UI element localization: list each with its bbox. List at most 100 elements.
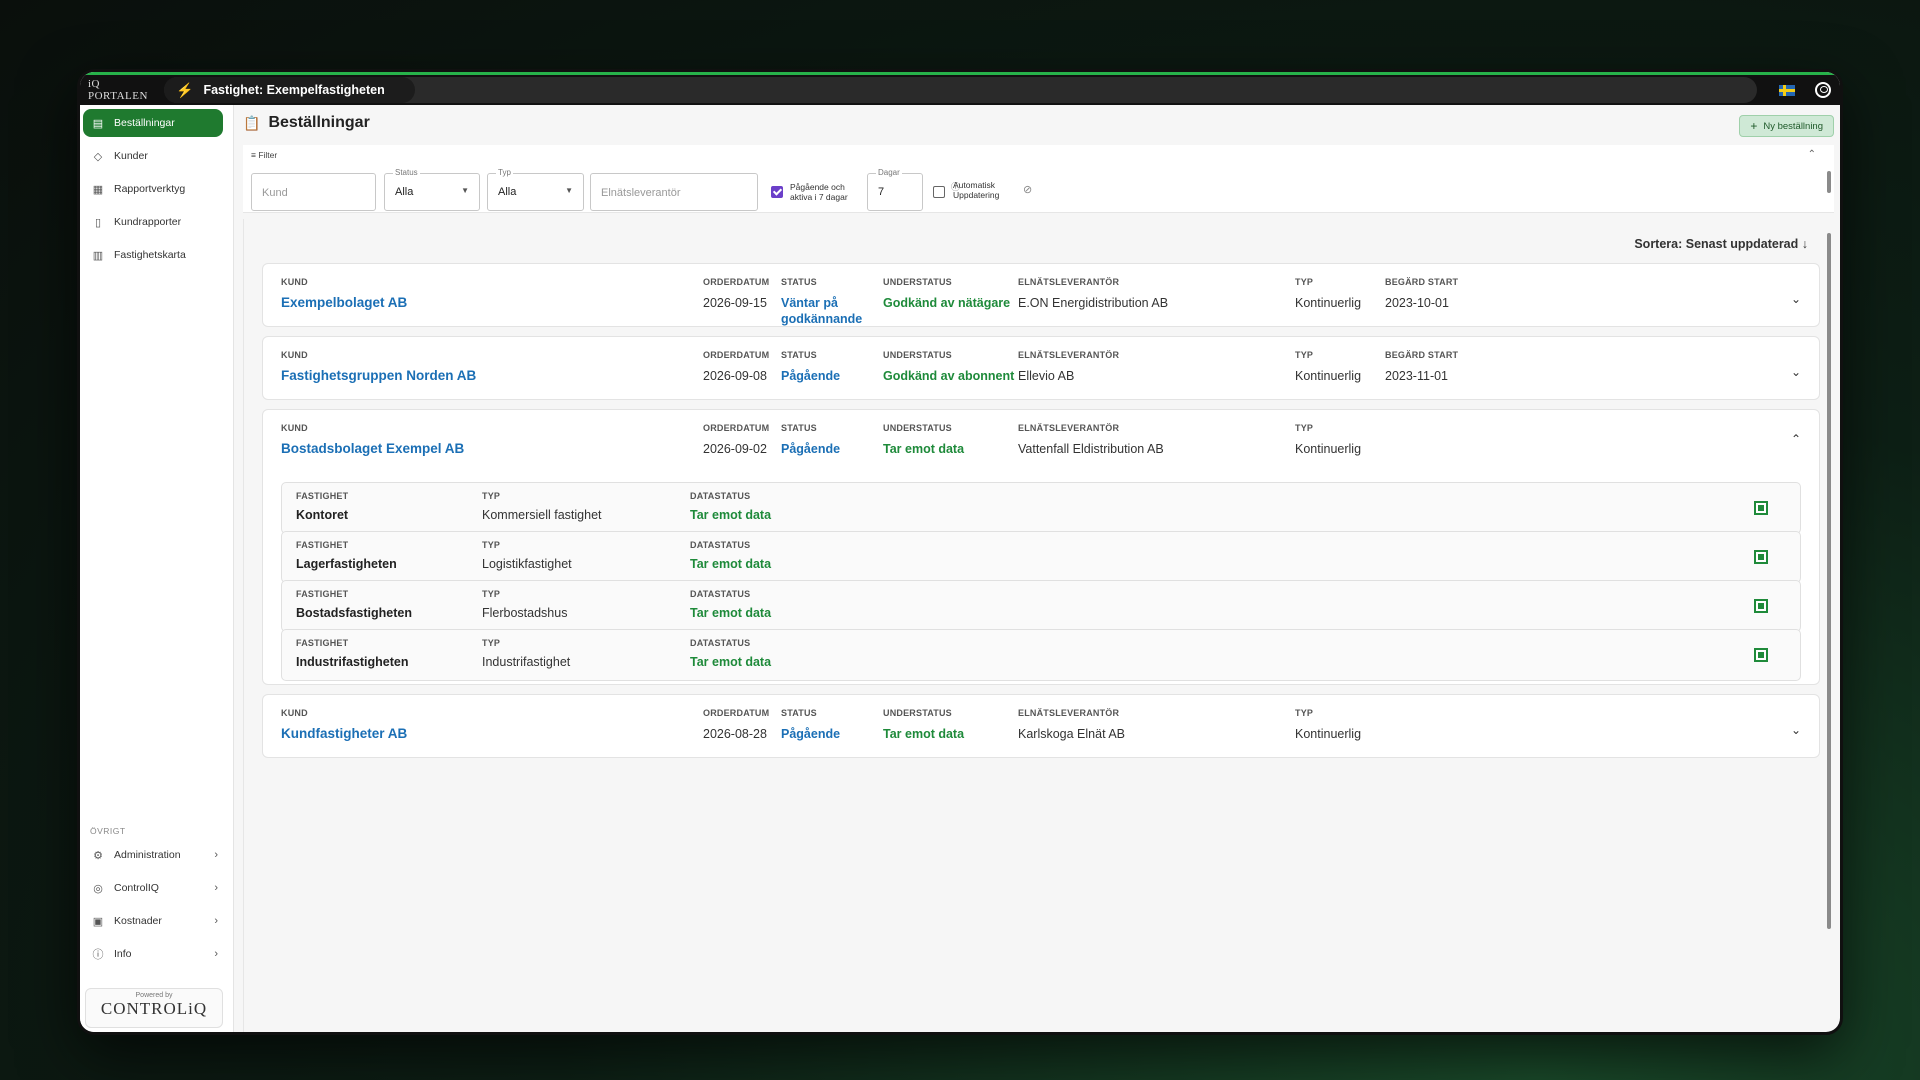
column-header: TYP [482,589,501,599]
chevron-right-icon: › [214,849,218,861]
auto-update-checkbox[interactable] [933,186,945,198]
property-datastatus-column: DATASTATUS Tar emot data [690,638,771,670]
column-header: FASTIGHET [296,540,349,550]
document-icon: ▯ [94,216,102,229]
order-orderdatum: 2026-09-08 [703,369,767,383]
chevron-right-icon: › [214,882,218,894]
order-card[interactable]: KUND Fastighetsgruppen Norden AB ORDERDATU… [262,336,1820,400]
order-typ-column: TYP Kontinuerlig [1295,423,1361,457]
sidebar-item-2[interactable]: ◇ Kunder [83,142,223,170]
brand-logo: CONTROLiQ [100,999,208,1018]
handshake-icon: ◇ [93,150,103,163]
auto-update-label: Automatisk Uppdatering [953,180,1000,200]
property-fastighet-column: FASTIGHET Industrifastigheten [296,638,409,670]
column-header: TYP [482,638,501,648]
customer-input[interactable]: Kund [251,173,376,211]
chevron-down-icon[interactable]: ⌄ [1791,365,1801,379]
order-kund-column: KUND Exempelbolaget AB [281,277,407,311]
property-datastatus-column: DATASTATUS Tar emot data [690,540,771,572]
order-understatus: Godkänd av nätägare [883,296,1011,310]
ongoing-checkbox[interactable] [771,186,783,198]
data-status-icon[interactable] [1754,550,1768,564]
sidebar-bottom-item-4[interactable]: ⓘ Info › [83,940,224,968]
status-select[interactable]: Status Alla ▼ [384,168,480,211]
list-scroll-thumb[interactable] [1827,233,1831,929]
property-row[interactable]: FASTIGHET Kontoret TYP Kommersiell fastighe… [281,482,1801,534]
account-icon[interactable] [1815,82,1831,98]
column-header: STATUS [781,277,817,287]
order-elnat-column: ELNÄTSLEVERANTÖR Ellevio AB [1018,350,1119,384]
sidebar-bottom-item-1[interactable]: ⚙ Administration › [83,841,224,869]
data-status-icon[interactable] [1754,501,1768,515]
order-kund[interactable]: Kundfastigheter AB [281,726,407,742]
sidebar-bottom-item-3[interactable]: ▣ Kostnader › [83,907,224,935]
column-header: FASTIGHET [296,638,349,648]
column-header: TYP [1295,350,1314,360]
property-datastatus: Tar emot data [690,655,772,669]
order-status: Pågående [781,727,841,741]
column-header: ORDERDATUM [703,277,770,287]
collapse-filter-icon[interactable]: ⌃ [1808,149,1816,160]
property-selector[interactable]: ⚡ Fastighet: Exempelfastigheten [164,77,415,103]
new-order-button[interactable]: + Ny beställning [1739,115,1834,137]
column-header: STATUS [781,708,817,718]
column-header: KUND [281,277,308,287]
chevron-down-icon[interactable]: ⌄ [1791,723,1801,737]
sidebar-bottom-item-2[interactable]: ◎ ControlIQ › [83,874,224,902]
column-header: ELNÄTSLEVERANTÖR [1018,350,1120,360]
column-header: ORDERDATUM [703,350,770,360]
column-header: ELNÄTSLEVERANTÖR [1018,277,1120,287]
order-card[interactable]: KUND Exempelbolaget AB ORDERDATUM 2026-09-1… [262,263,1820,327]
filter-scroll-thumb[interactable] [1827,171,1831,193]
sidebar-item-label: Kostnader [114,915,162,927]
sidebar-item-5[interactable]: ▥ Fastighetskarta [83,241,223,269]
column-header: ELNÄTSLEVERANTÖR [1018,708,1120,718]
grid-operator-input[interactable]: Elnätsleverantör [590,173,758,211]
property-bar[interactable]: ⚡ Fastighet: Exempelfastigheten [164,77,1757,103]
order-kund[interactable]: Bostadsbolaget Exempel AB [281,441,464,457]
sidebar-item-3[interactable]: ▦ Rapportverktyg [83,175,223,203]
sort-control[interactable]: Sortera: Senast uppdaterad ↓ [1634,237,1808,251]
chevron-up-icon[interactable]: ⌃ [1791,432,1801,446]
property-fastighet: Lagerfastigheten [296,557,397,571]
type-select[interactable]: Typ Alla ▼ [487,168,584,211]
sidebar: ▤ Beställningar ◇ Kunder ▦ Rapportverktyg ▯ Kun… [80,105,234,1032]
swedish-flag-icon[interactable] [1779,84,1795,96]
property-row[interactable]: FASTIGHET Lagerfastigheten TYP Logistikfast… [281,531,1801,583]
sidebar-item-label: Beställningar [114,117,175,129]
filter-panel: ≡ Filter ⌃ Kund Status Alla ▼ Typ Alla ▼… [243,145,1834,213]
order-status-column: STATUS Pågående [781,423,861,457]
order-start-column: BEGÄRD START 2023-11-01 [1385,350,1458,384]
logo[interactable]: iQ PORTALEN [80,75,160,105]
chevron-down-icon[interactable]: ⌄ [1791,292,1801,306]
column-header: DATASTATUS [690,589,751,599]
order-card[interactable]: KUND Bostadsbolaget Exempel AB ORDERDATUM 2… [262,409,1820,685]
scrollbar[interactable] [1824,161,1834,1032]
order-card[interactable]: KUND Kundfastigheter AB ORDERDATUM 2026-08-… [262,694,1820,758]
order-kund[interactable]: Fastighetsgruppen Norden AB [281,368,476,384]
order-status-column: STATUS Pågående [781,708,861,742]
data-status-icon[interactable] [1754,599,1768,613]
column-header: TYP [1295,708,1314,718]
order-typ: Kontinuerlig [1295,296,1362,310]
filter-title[interactable]: ≡ Filter [251,150,277,160]
order-status-column: STATUS Pågående [781,350,861,384]
order-kund-column: KUND Fastighetsgruppen Norden AB [281,350,476,384]
order-understatus-column: UNDERSTATUS Tar emot data [883,423,964,457]
column-header: UNDERSTATUS [883,350,952,360]
order-elnat: Karlskoga Elnät AB [1018,727,1126,741]
order-kund[interactable]: Exempelbolaget AB [281,295,407,311]
clear-filter-icon[interactable]: ⊘ [1023,183,1032,196]
powered-by-badge: Powered by CONTROLiQ [85,988,223,1028]
sidebar-item-4[interactable]: ▯ Kundrapporter [83,208,223,236]
info-icon: ⓘ [92,949,104,961]
column-header: UNDERSTATUS [883,708,952,718]
days-input[interactable]: Dagar 7 [867,168,923,211]
property-row[interactable]: FASTIGHET Industrifastigheten TYP Industrif… [281,629,1801,681]
column-header: KUND [281,708,308,718]
chevron-down-icon: ▼ [565,186,573,195]
order-kund-column: KUND Kundfastigheter AB [281,708,407,742]
data-status-icon[interactable] [1754,648,1768,662]
property-row[interactable]: FASTIGHET Bostadsfastigheten TYP Flerbostad… [281,580,1801,632]
sidebar-item-1[interactable]: ▤ Beställningar [83,109,223,137]
